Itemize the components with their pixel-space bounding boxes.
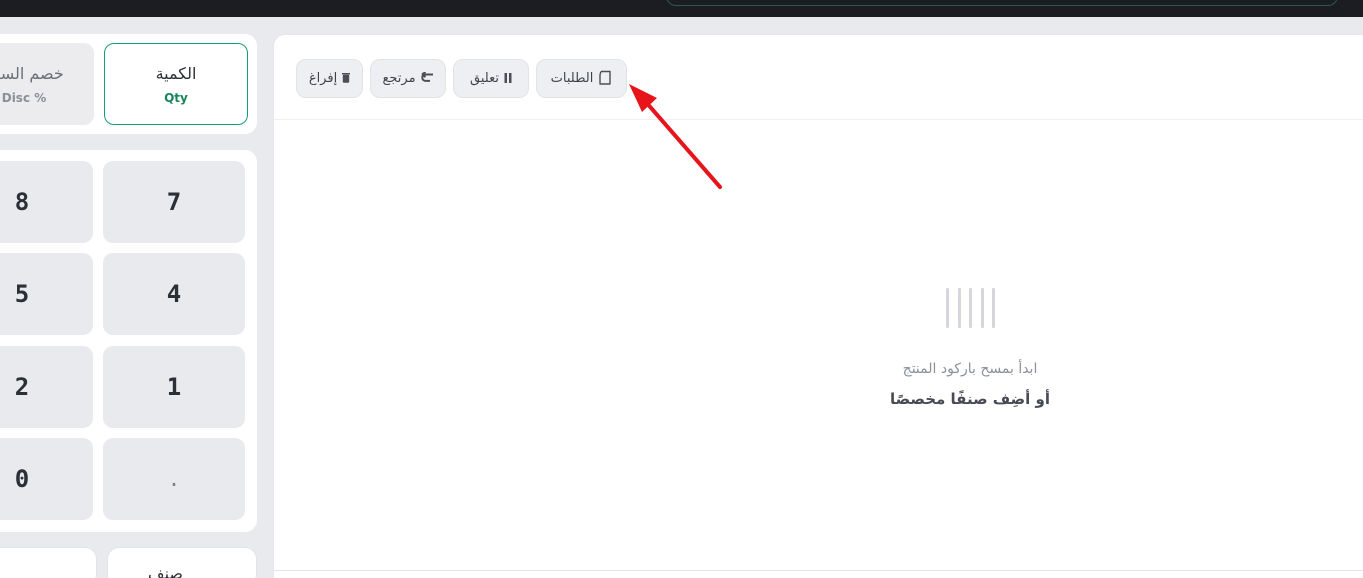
mode-selector: الكمية Qty خصم السعر Disc % xyxy=(0,34,257,134)
return-button[interactable]: مرتجع xyxy=(370,59,446,98)
search-field[interactable] xyxy=(666,0,1338,6)
qty-label-en: Qty xyxy=(164,90,188,105)
suspend-label: تعليق xyxy=(470,71,499,86)
key-8[interactable]: 8 xyxy=(0,161,93,243)
qty-mode-button[interactable]: الكمية Qty xyxy=(104,43,248,125)
return-arrow-icon xyxy=(420,71,434,85)
orders-button[interactable]: الطلبات xyxy=(536,59,627,98)
add-item-label: صنف xyxy=(148,564,183,578)
return-label: مرتجع xyxy=(382,71,416,86)
empty-state-hint: ابدأ بمسح باركود المنتج xyxy=(902,361,1038,377)
numeric-keypad: 7 8 4 5 1 2 . 0 xyxy=(0,150,257,532)
orders-label: الطلبات xyxy=(550,71,594,86)
key-5[interactable]: 5 xyxy=(0,253,93,335)
cart-panel xyxy=(273,34,1363,578)
key-1[interactable]: 1 xyxy=(103,346,245,428)
key-4[interactable]: 4 xyxy=(103,253,245,335)
key-decimal[interactable]: . xyxy=(103,438,245,520)
discount-label-ar: خصم السعر xyxy=(0,63,64,83)
footer-divider xyxy=(274,570,1363,571)
discount-label-en: Disc % xyxy=(1,90,47,105)
receipt-icon xyxy=(598,70,612,88)
discount-mode-button[interactable]: خصم السعر Disc % xyxy=(0,43,94,125)
qty-label-ar: الكمية xyxy=(155,63,197,83)
add-custom-item-link[interactable]: أو أضِف صنفًا مخصصًا xyxy=(820,390,1120,408)
toolbar-divider xyxy=(274,119,1363,120)
barcode-icon xyxy=(946,288,996,328)
trash-icon xyxy=(342,72,351,85)
clear-label: إفراغ xyxy=(308,71,338,86)
pause-icon xyxy=(504,72,512,85)
key-7[interactable]: 7 xyxy=(103,161,245,243)
key-0[interactable]: 0 xyxy=(0,438,93,520)
bottom-left-button[interactable] xyxy=(0,547,97,578)
clear-button[interactable]: إفراغ xyxy=(296,59,363,98)
suspend-button[interactable]: تعليق xyxy=(453,59,529,98)
key-2[interactable]: 2 xyxy=(0,346,93,428)
top-bar xyxy=(0,0,1363,17)
add-item-button[interactable]: صنف xyxy=(107,547,257,578)
